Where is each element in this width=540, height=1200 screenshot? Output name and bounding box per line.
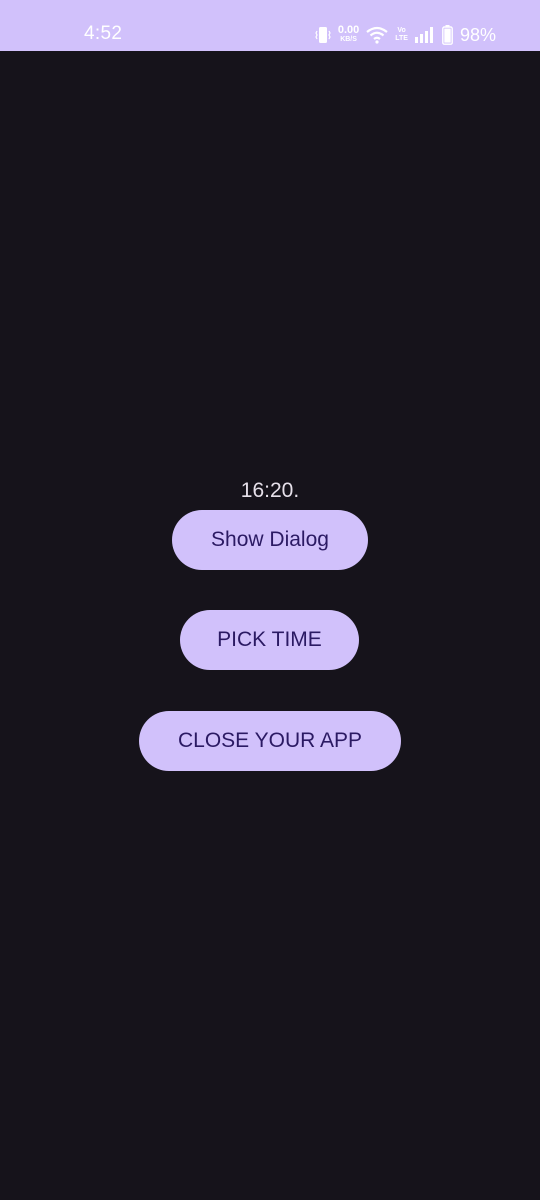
pick-time-button[interactable]: PICK TIME bbox=[180, 610, 359, 670]
vibrate-icon bbox=[315, 26, 331, 44]
signal-icon bbox=[414, 27, 435, 43]
battery-percent: 98% bbox=[459, 24, 496, 45]
show-dialog-button[interactable]: Show Dialog bbox=[172, 510, 368, 570]
net-speed-unit: KB/S bbox=[340, 36, 357, 43]
status-bar: 4:52 0.00 KB/S Vo LTE 98% bbox=[0, 0, 540, 51]
volte-bottom-label: LTE bbox=[395, 35, 408, 42]
close-app-button[interactable]: CLOSE YOUR APP bbox=[139, 711, 401, 771]
volte-top-label: Vo bbox=[397, 27, 406, 34]
status-time: 4:52 bbox=[84, 23, 123, 44]
wifi-icon bbox=[366, 26, 388, 44]
status-icons: 0.00 KB/S Vo LTE 98% bbox=[315, 22, 496, 48]
battery-icon bbox=[442, 25, 453, 45]
net-speed-value: 0.00 bbox=[337, 24, 360, 36]
time-display: 16:20. bbox=[240, 479, 300, 502]
net-speed-indicator: 0.00 KB/S bbox=[337, 24, 360, 44]
volte-icon: Vo LTE bbox=[395, 27, 408, 43]
